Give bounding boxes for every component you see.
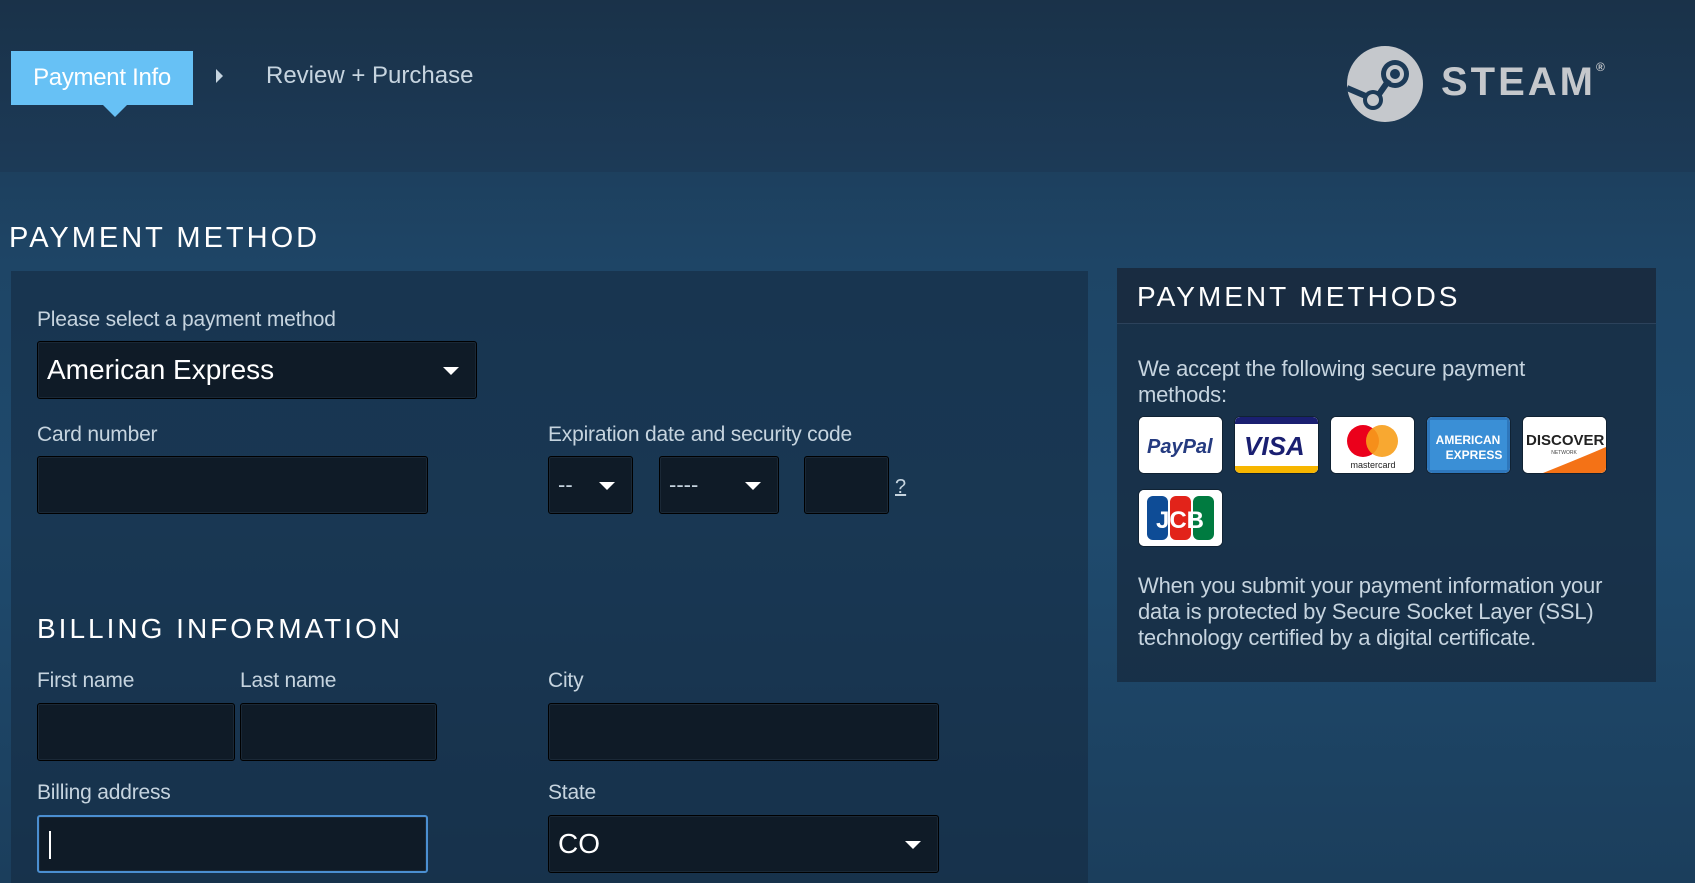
discover-card-text: DISCOVER (1526, 432, 1605, 449)
steam-wordmark-text: STEAM (1441, 60, 1596, 104)
accepted-methods-intro: We accept the following secure payment m… (1138, 356, 1525, 407)
mastercard-card-text: mastercard (1350, 460, 1395, 470)
expiration-label: Expiration date and security code (548, 423, 852, 446)
security-code-help-link[interactable]: ? (895, 476, 906, 499)
payment-method-title: PAYMENT METHOD (9, 222, 321, 254)
first-name-label: First name (37, 669, 135, 692)
exp-month-value: -- (558, 472, 573, 497)
step-payment-info[interactable]: Payment Info (11, 51, 193, 117)
state-selected: CO (558, 828, 600, 859)
chevron-down-icon (599, 482, 615, 490)
chevron-down-icon (443, 367, 459, 375)
visa-card-icon: VISA (1235, 417, 1318, 473)
card-number-input[interactable] (37, 456, 428, 514)
registered-mark: ® (1596, 60, 1605, 74)
exp-month-select[interactable]: -- (548, 456, 633, 514)
billing-address-label: Billing address (37, 781, 171, 804)
mastercard-card-icon: mastercard (1331, 417, 1414, 473)
city-label: City (548, 669, 584, 692)
visa-card-text: VISA (1244, 431, 1305, 461)
jcb-card-icon: JCB (1139, 490, 1222, 546)
chevron-down-icon (745, 482, 761, 490)
payment-methods-title: PAYMENT METHODS (1137, 281, 1461, 312)
amex-card-text-1: AMERICAN (1436, 433, 1501, 447)
step-payment-info-label: Payment Info (33, 64, 171, 91)
exp-year-value: ---- (669, 472, 699, 497)
discover-card-subtext: NETWORK (1551, 450, 1577, 456)
american-express-card-icon: AMERICAN EXPRESS (1427, 417, 1510, 473)
jcb-card-text: JCB (1156, 507, 1204, 534)
exp-year-select[interactable]: ---- (659, 456, 779, 514)
payment-method-label: Please select a payment method (37, 308, 336, 331)
chevron-down-icon (905, 841, 921, 849)
ssl-note: When you submit your payment information… (1138, 573, 1603, 650)
security-code-input[interactable] (804, 456, 889, 514)
paypal-card-text: PayPal (1147, 436, 1213, 458)
last-name-label: Last name (240, 669, 337, 692)
paypal-card-icon: PayPal (1139, 417, 1222, 473)
text-cursor (49, 831, 51, 859)
billing-address-input[interactable] (37, 815, 428, 873)
step-review-purchase[interactable]: Review + Purchase (266, 62, 473, 90)
first-name-input[interactable] (37, 703, 235, 761)
discover-card-icon: DISCOVER NETWORK (1523, 417, 1606, 473)
steam-logo-icon (1345, 46, 1423, 122)
step-arrow-icon (216, 69, 223, 83)
steam-wordmark: STEAM® (1441, 60, 1605, 105)
amex-card-text-2: EXPRESS (1446, 448, 1503, 462)
payment-method-select[interactable]: American Express (37, 341, 477, 399)
city-input[interactable] (548, 703, 939, 761)
billing-information-title: BILLING INFORMATION (37, 613, 404, 644)
state-label: State (548, 781, 597, 804)
state-select[interactable]: CO (548, 815, 939, 873)
payment-method-selected: American Express (47, 354, 275, 385)
card-number-label: Card number (37, 423, 158, 446)
last-name-input[interactable] (240, 703, 437, 761)
